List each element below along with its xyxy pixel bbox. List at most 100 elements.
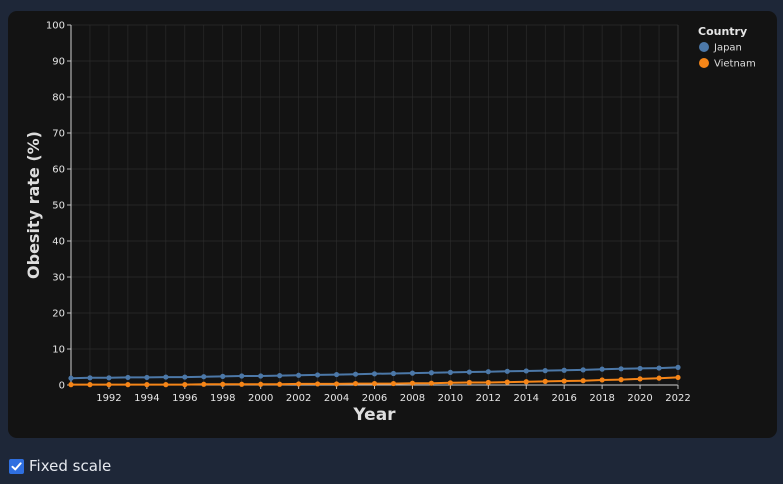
- data-point: [182, 374, 188, 380]
- legend-title: Country: [698, 25, 747, 38]
- tick-labels: 0 10 20 30 40 50 60 70 80 90 100 1992 1994 1996 1998 20…: [46, 21, 691, 405]
- checkbox-checked-icon[interactable]: [9, 458, 24, 474]
- data-point: [656, 375, 662, 381]
- data-point: [277, 381, 283, 387]
- data-point: [314, 381, 321, 387]
- y-tick-label: 60: [52, 165, 65, 176]
- data-point: [258, 373, 264, 379]
- x-tick-label: 1998: [210, 393, 235, 404]
- data-point: [68, 382, 74, 388]
- data-point: [371, 371, 378, 377]
- data-point: [637, 365, 643, 372]
- x-tick-label: 2022: [665, 393, 690, 404]
- legend-swatch: [699, 42, 709, 52]
- data-point: [68, 375, 74, 381]
- data-point: [656, 365, 662, 371]
- data-point: [201, 381, 207, 387]
- data-point: [201, 374, 207, 380]
- legend-label: Japan: [713, 43, 742, 54]
- data-point: [144, 374, 150, 381]
- x-tick-label: 2014: [514, 393, 539, 404]
- y-tick-label: 10: [52, 345, 65, 356]
- data-point: [599, 366, 605, 372]
- x-tick-label: 1994: [134, 393, 159, 404]
- data-point: [580, 367, 586, 373]
- data-point: [447, 380, 453, 386]
- data-point: [561, 367, 567, 373]
- data-point: [371, 380, 378, 387]
- y-tick-label: 50: [52, 201, 65, 212]
- data-point: [580, 378, 586, 384]
- data-point: [163, 374, 169, 380]
- data-point: [296, 372, 302, 378]
- data-point: [466, 379, 472, 386]
- data-point: [220, 373, 226, 379]
- data-point: [87, 382, 93, 388]
- data-point: [409, 370, 416, 376]
- x-tick-label: 2010: [438, 393, 463, 404]
- data-point: [390, 370, 397, 377]
- data-point: [182, 382, 188, 388]
- x-tick-label: 2008: [400, 393, 425, 404]
- data-point: [333, 381, 340, 387]
- y-tick-label: 40: [52, 237, 65, 248]
- data-point: [239, 381, 245, 387]
- x-tick-label: 2016: [551, 393, 576, 404]
- line-chart: 0 10 20 30 40 50 60 70 80 90 100 1992 1994 1996 1998 20…: [24, 21, 756, 426]
- data-point: [409, 380, 416, 386]
- y-tick-label: 90: [52, 57, 65, 68]
- data-point: [296, 381, 302, 387]
- data-point: [504, 379, 510, 385]
- y-tick-label: 20: [52, 309, 65, 320]
- data-point: [675, 364, 681, 370]
- fixed-scale-checkbox[interactable]: Fixed scale: [9, 457, 111, 475]
- x-tick-label: 2000: [248, 393, 273, 404]
- data-point: [637, 376, 643, 382]
- x-tick-label: 2002: [286, 393, 311, 404]
- data-point: [485, 369, 491, 375]
- grid-lines: [70, 24, 679, 386]
- x-axis-title: Year: [352, 405, 396, 425]
- y-axis-title: Obesity rate (%): [24, 131, 43, 279]
- legend-swatch: [699, 58, 709, 68]
- y-tick-label: 100: [46, 21, 65, 32]
- data-point: [523, 368, 529, 374]
- data-point: [352, 380, 359, 387]
- y-tick-label: 0: [59, 381, 65, 392]
- data-point: [561, 378, 567, 384]
- axes: [67, 24, 679, 389]
- chart-card: 0 10 20 30 40 50 60 70 80 90 100 1992 1994 1996 1998 20…: [8, 11, 777, 438]
- x-tick-label: 2018: [589, 393, 614, 404]
- data-point: [239, 373, 245, 379]
- data-point: [466, 369, 472, 375]
- data-point: [428, 380, 435, 386]
- data-point: [258, 381, 264, 387]
- y-tick-label: 80: [52, 93, 65, 104]
- data-point: [163, 382, 169, 388]
- data-point: [390, 380, 397, 387]
- data-point: [599, 377, 605, 383]
- legend-label: Vietnam: [714, 59, 756, 70]
- data-point: [542, 378, 548, 384]
- data-point: [447, 369, 453, 375]
- data-point: [504, 368, 510, 374]
- legend: Country Japan Vietnam: [698, 25, 756, 70]
- data-point: [428, 370, 435, 376]
- data-point: [144, 382, 150, 388]
- data-point: [675, 374, 681, 381]
- x-tick-label: 1992: [96, 393, 121, 404]
- data-point: [87, 375, 93, 381]
- fixed-scale-label: Fixed scale: [29, 457, 112, 475]
- data-point: [485, 379, 491, 386]
- x-tick-label: 2004: [324, 393, 349, 404]
- x-tick-label: 1996: [172, 393, 197, 404]
- data-point: [220, 381, 226, 387]
- x-tick-label: 2006: [362, 393, 387, 404]
- data-point: [523, 379, 529, 385]
- data-point: [106, 375, 112, 381]
- data-point: [333, 371, 340, 378]
- data-point: [277, 373, 283, 379]
- x-tick-label: 2012: [476, 393, 501, 404]
- data-point: [542, 368, 548, 374]
- data-point: [314, 372, 321, 378]
